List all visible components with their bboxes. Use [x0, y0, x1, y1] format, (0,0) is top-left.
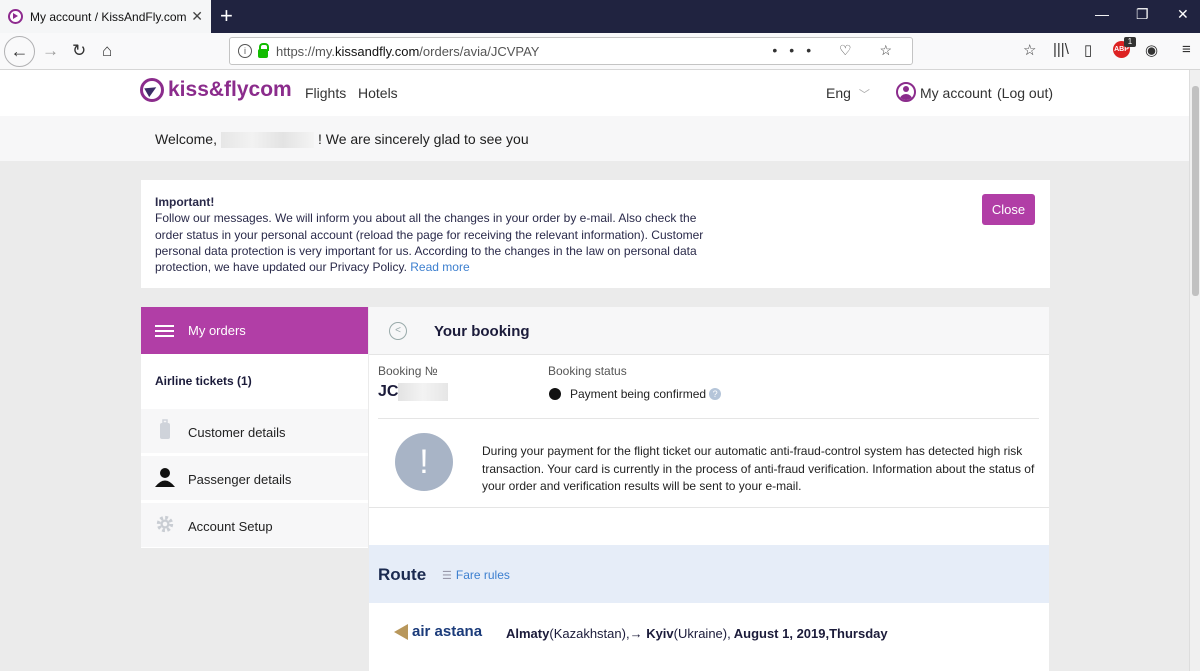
back-button[interactable]: ←	[4, 36, 35, 67]
notice-title: Important!	[155, 195, 215, 209]
luggage-icon	[160, 419, 170, 439]
browser-tab[interactable]: My account / KissAndFly.com ✕	[0, 0, 211, 33]
close-tab-icon[interactable]: ✕	[191, 8, 203, 25]
site-header: kiss&flycom Flights Hotels Eng ﹀ My accou…	[0, 70, 1189, 116]
url-domain: kissandfly.com	[335, 43, 420, 59]
route-header: Route ☰ Fare rules	[369, 545, 1049, 603]
restore-icon[interactable]: ❐	[1136, 6, 1149, 23]
adblock-badge: 1	[1124, 37, 1136, 47]
airline-wing-icon	[394, 624, 408, 641]
important-notice: Important! Follow our messages. We will …	[141, 180, 1050, 288]
page-actions[interactable]: ••• ♡ ☆	[772, 42, 904, 59]
url-prefix: https://my.	[276, 43, 335, 59]
nav-hotels[interactable]: Hotels	[358, 85, 398, 101]
forward-button[interactable]: →	[42, 41, 59, 61]
menu-icon[interactable]: ≡	[1182, 41, 1191, 58]
browser-tab-bar: My account / KissAndFly.com ✕ + — ❐ ✕	[0, 0, 1200, 33]
lock-icon[interactable]	[258, 42, 269, 58]
scrollbar[interactable]	[1189, 70, 1200, 671]
new-tab-button[interactable]: +	[220, 3, 233, 29]
fraud-check-message: During your payment for the flight ticke…	[482, 444, 1035, 493]
favicon-icon	[8, 9, 23, 24]
welcome-suffix: ! We are sincerely glad to see you	[317, 131, 529, 147]
sidebar-icon[interactable]: ▯	[1084, 41, 1092, 59]
exclamation-icon: !	[395, 433, 453, 491]
booking-status-text: Payment being confirmed	[570, 387, 707, 401]
sidebar-item-passenger-details[interactable]: Passenger details	[141, 456, 368, 500]
library-icon[interactable]: |||\	[1053, 41, 1069, 58]
reload-button[interactable]: ↻	[72, 41, 86, 61]
close-button[interactable]: Close	[982, 194, 1035, 225]
nav-flights[interactable]: Flights	[305, 85, 346, 101]
person-icon	[155, 468, 175, 487]
flight-route: Almaty(Kazakhstan),→ Kyiv(Ukraine), Augus…	[506, 626, 888, 641]
url-path: /orders/avia/JCVPAY	[419, 43, 540, 59]
redacted-username	[220, 132, 314, 149]
logo-icon	[140, 78, 164, 102]
tab-title: My account / KissAndFly.com	[30, 9, 187, 24]
minimize-icon[interactable]: —	[1095, 6, 1109, 22]
home-button[interactable]: ⌂	[102, 41, 112, 61]
from-country: (Kazakhstan),	[549, 626, 630, 641]
help-icon[interactable]: ?	[709, 388, 722, 400]
status-dot-icon	[549, 388, 561, 400]
booking-status: Payment being confirmed?	[570, 387, 722, 401]
list-icon	[155, 325, 174, 337]
sidebar-item-my-orders[interactable]: My orders	[141, 307, 368, 354]
airline-logo: air astana	[394, 623, 483, 641]
account-icon[interactable]	[896, 82, 916, 102]
welcome-bar: Welcome, ! We are sincerely glad to see y…	[0, 116, 1189, 161]
flight-date: August 1, 2019,Thursday	[733, 626, 888, 641]
fare-rules-label: Fare rules	[455, 568, 510, 582]
booking-status-label: Booking status	[548, 364, 627, 378]
redacted-booking-number	[398, 383, 449, 401]
to-country: (Ukraine),	[673, 626, 731, 641]
flight-row: air astana Almaty(Kazakhstan),→ Kyiv(Ukr…	[369, 603, 1049, 671]
booking-number: JC	[378, 383, 449, 401]
logout-link[interactable]: (Log out)	[997, 85, 1053, 101]
divider	[378, 418, 1039, 419]
welcome-text: Welcome,	[155, 131, 217, 147]
from-city: Almaty	[506, 626, 550, 641]
account-sidebar: My orders Airline tickets (1) Customer d…	[141, 307, 368, 548]
gear-icon	[156, 515, 174, 533]
booking-number-label: Booking №	[378, 364, 438, 378]
page-viewport: kiss&flycom Flights Hotels Eng ﹀ My accou…	[0, 70, 1189, 671]
sidebar-item-label: Customer details	[188, 425, 286, 440]
route-title: Route	[378, 565, 427, 584]
booking-title: Your booking	[434, 323, 530, 340]
back-circle-icon[interactable]: <	[389, 322, 407, 340]
window-close-icon[interactable]: ✕	[1177, 6, 1189, 23]
to-city: Kyiv	[646, 626, 674, 641]
info-icon[interactable]: i	[238, 44, 252, 58]
address-bar[interactable]: i https://my. kissandfly.com/orders/avia/…	[229, 37, 913, 65]
bookmarks-star-icon[interactable]: ☆	[1023, 41, 1036, 59]
sidebar-item-customer-details[interactable]: Customer details	[141, 409, 368, 453]
sidebar-item-label: Passenger details	[188, 472, 292, 487]
my-account-link[interactable]: My account	[920, 85, 992, 101]
route-arrow: →	[629, 626, 643, 641]
booking-header: < Your booking	[369, 307, 1049, 355]
browser-toolbar: ← → ↻ ⌂ i https://my. kissandfly.com/orde…	[0, 33, 1200, 70]
language-label: Eng	[826, 85, 851, 101]
sidebar-item-label: Account Setup	[188, 519, 273, 534]
sidebar-item-label: My orders	[188, 323, 246, 338]
logo-text: kiss&flycom	[168, 78, 292, 101]
profile-icon[interactable]: ◉	[1145, 41, 1158, 59]
sidebar-item-account-setup[interactable]: Account Setup	[141, 503, 368, 547]
sidebar-subheading-airline-tickets[interactable]: Airline tickets (1)	[155, 374, 252, 388]
read-more-link[interactable]: Read more	[410, 260, 469, 274]
fare-rules-link[interactable]: ☰ Fare rules	[442, 568, 510, 582]
site-logo[interactable]: kiss&flycom	[140, 78, 292, 102]
booking-number-prefix: JC	[378, 383, 399, 401]
chevron-down-icon: ﹀	[858, 89, 870, 101]
scrollbar-thumb[interactable]	[1192, 86, 1199, 296]
divider	[369, 507, 1049, 508]
airline-name: air astana	[412, 623, 483, 640]
list-icon: ☰	[442, 570, 452, 582]
language-select[interactable]: Eng ﹀	[826, 85, 870, 102]
